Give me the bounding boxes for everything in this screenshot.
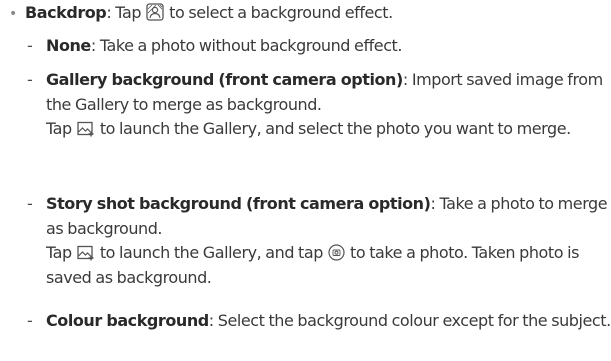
item-term: Colour background <box>46 311 209 330</box>
list-item-body: None: Take a photo without background ef… <box>46 34 611 59</box>
item-term: None <box>46 36 91 55</box>
item-line2-after: to launch the Gallery, and select the ph… <box>95 119 571 138</box>
item-term: Story shot background (front camera opti… <box>46 194 431 213</box>
list-item: - Colour background: Select the backgrou… <box>27 309 611 334</box>
item-line-2: Tap to launch the Gallery, and tap to ta… <box>46 241 611 290</box>
list-item: - None: Take a photo without background … <box>27 34 611 59</box>
backdrop-desc-before: Tap <box>111 3 146 22</box>
list-item-body: Colour background: Select the background… <box>46 309 611 334</box>
backdrop-desc-after: to select a background effect. <box>165 3 393 22</box>
item-desc: Select the background colour except for … <box>213 311 611 330</box>
dash-marker: - <box>27 70 33 89</box>
item-line2-mid: to launch the Gallery, and tap <box>95 243 327 262</box>
item-line-2: Tap to launch the Gallery, and select th… <box>46 117 611 142</box>
list-item: - Story shot background (front camera op… <box>27 192 611 290</box>
item-line-1: Story shot background (front camera opti… <box>46 192 611 241</box>
gallery-add-icon <box>77 245 95 261</box>
item-desc: Take a photo without background effect. <box>95 36 403 55</box>
backdrop-bullet: • Backdrop: Tap to select a background ef… <box>9 1 393 27</box>
item-term: Gallery background (front camera option) <box>46 70 403 89</box>
item-line2-before: Tap <box>46 243 76 262</box>
camera-shutter-icon <box>328 244 345 261</box>
backdrop-title: Backdrop <box>25 3 107 22</box>
dash-marker: - <box>27 311 33 330</box>
list-item-body: Gallery background (front camera option)… <box>46 68 611 142</box>
gallery-add-icon <box>77 121 95 137</box>
item-line-1: Gallery background (front camera option)… <box>46 68 611 117</box>
list-item: - Gallery background (front camera optio… <box>27 68 611 142</box>
bullet-marker: • <box>9 6 17 22</box>
backdrop-icon <box>146 3 164 21</box>
dash-marker: - <box>27 194 33 213</box>
item-line2-before: Tap <box>46 119 76 138</box>
list-item-body: Story shot background (front camera opti… <box>46 192 611 290</box>
dash-marker: - <box>27 36 33 55</box>
document-page: • Backdrop: Tap to select a background ef… <box>0 0 611 361</box>
